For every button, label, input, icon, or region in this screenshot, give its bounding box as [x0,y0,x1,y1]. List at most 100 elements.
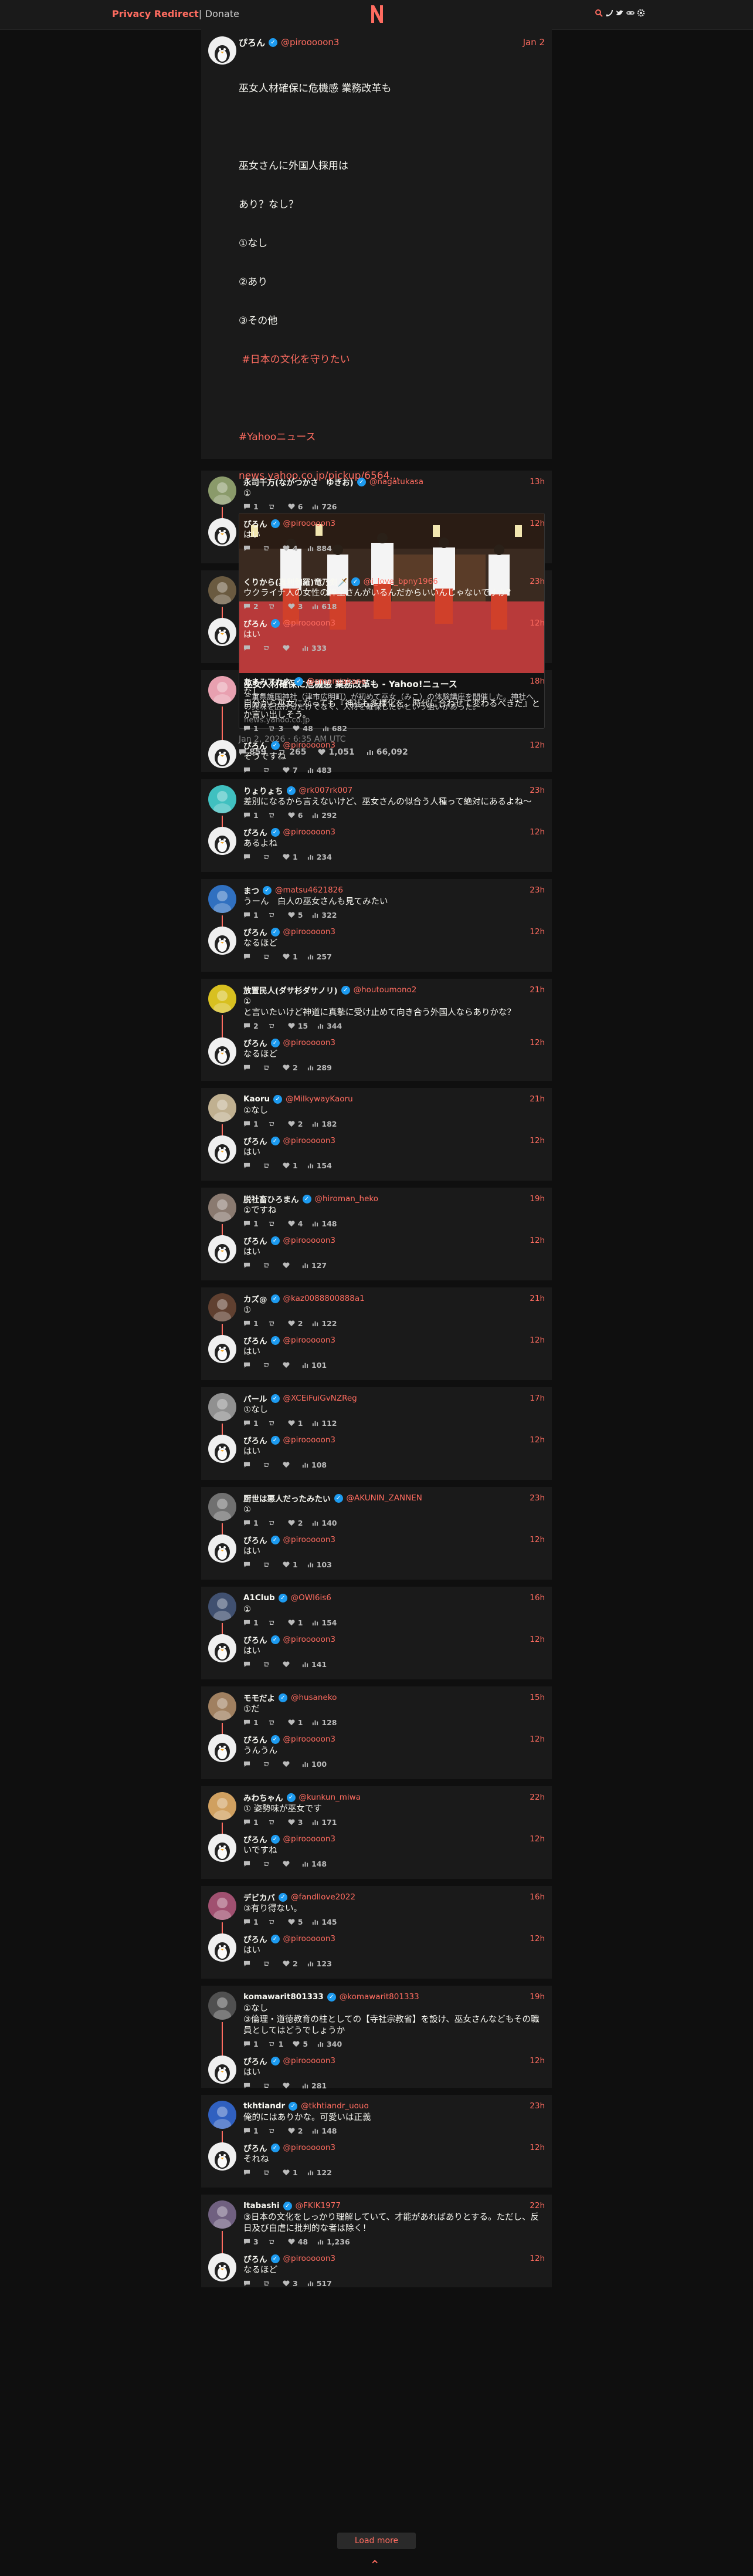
tweet-date[interactable]: 12h [530,519,545,528]
avatar[interactable] [208,1435,236,1463]
replies-stat[interactable] [243,1362,253,1368]
replies-stat[interactable] [243,645,253,651]
rss-icon[interactable] [605,9,613,17]
retweets-stat[interactable] [263,1162,273,1169]
retweets-stat[interactable] [268,1819,279,1825]
tweet-date[interactable]: Jan 2 [523,37,545,48]
replies-stat[interactable] [243,545,253,552]
fullname[interactable]: ぴろん [243,1833,267,1845]
replies-stat[interactable]: 2 [243,1022,259,1030]
retweets-stat[interactable] [268,1121,279,1127]
username[interactable]: @pirooooon3 [283,1435,336,1445]
avatar[interactable] [208,785,236,813]
privacy-redirect-link[interactable]: Privacy Redirect [112,8,199,19]
likes-stat[interactable] [283,1362,293,1368]
fullname[interactable]: ぴろん [243,1534,267,1546]
likes-stat[interactable]: 5 [293,2040,308,2048]
retweets-stat[interactable] [263,1262,273,1269]
tweet-date[interactable]: 23h [530,1493,545,1503]
fullname[interactable]: モモだよ [243,1692,275,1703]
author-reply-tweet[interactable]: ぴろん ✓ @pirooooon3 12h いですね 148 [208,1834,545,1868]
tweet-date[interactable]: 12h [530,1834,545,1844]
likes-stat[interactable]: 48 [288,2237,308,2246]
retweets-stat[interactable] [263,545,273,552]
likes-stat[interactable] [283,1462,293,1468]
username[interactable]: @pirooooon3 [283,1535,336,1544]
retweets-stat[interactable] [268,603,279,610]
fullname[interactable]: パール [243,1392,267,1404]
username[interactable]: @pirooooon3 [281,37,339,48]
replies-stat[interactable] [243,1162,253,1169]
avatar[interactable] [208,1235,236,1263]
replies-stat[interactable] [243,767,253,773]
username[interactable]: @husaneko [291,1693,337,1702]
avatar[interactable] [208,676,236,704]
tweet-date[interactable]: 21h [530,985,545,995]
author-reply-tweet[interactable]: ぴろん ✓ @pirooooon3 12h あるよね 1 234 [208,827,545,861]
retweets-stat[interactable] [263,645,273,651]
username[interactable]: @pirooooon3 [283,2143,336,2152]
likes-stat[interactable]: 5 [288,1918,303,1926]
nitter-logo-icon[interactable] [368,4,386,25]
fullname[interactable]: デビカバ [243,1891,275,1903]
fullname[interactable]: ぴろん [243,2055,267,2067]
replies-stat[interactable] [243,2169,253,2176]
likes-stat[interactable]: 4 [283,544,298,553]
tweet-date[interactable]: 12h [530,618,545,628]
fullname[interactable]: ぴろん [243,1434,267,1446]
author-reply-tweet[interactable]: ぴろん ✓ @pirooooon3 12h はい 2 123 [208,1933,545,1968]
tweet-date[interactable]: 12h [530,1735,545,1744]
retweets-stat[interactable] [263,1661,273,1668]
replies-stat[interactable]: 1 [243,1918,259,1926]
author-reply-tweet[interactable]: ぴろん ✓ @pirooooon3 12h はい 1 103 [208,1534,545,1569]
likes-stat[interactable]: 6 [288,811,303,820]
username[interactable]: @pirooooon3 [283,1236,336,1245]
retweets-stat[interactable] [268,2128,279,2134]
replies-stat[interactable]: 1 [243,2127,259,2135]
retweets-stat[interactable] [268,1620,279,1626]
avatar[interactable] [208,1293,236,1321]
avatar[interactable] [208,985,236,1013]
tweet-date[interactable]: 12h [530,1236,545,1245]
fullname[interactable]: ぴろん [243,617,267,629]
tweet-date[interactable]: 22h [530,1793,545,1802]
likes-stat[interactable] [283,645,293,651]
reply-tweet[interactable]: デビカバ ✓ @fandllove2022 16h ③有り得ない。 1 5 145 [208,1891,545,1939]
reply-tweet[interactable]: Itabashi ✓ @FKIK1977 22h ③日本の文化をしっかり理解していて、才… [208,2200,545,2259]
replies-stat[interactable]: 1 [243,811,259,820]
replies-stat[interactable] [243,1761,253,1767]
tweet-date[interactable]: 23h [530,885,545,895]
fullname[interactable]: 永司千万(ながつかさ ゆきお) [243,476,354,488]
username[interactable]: @kunkun_miwa [299,1793,361,1802]
likes-stat[interactable]: 15 [288,1022,308,1030]
avatar[interactable] [208,1335,236,1363]
tweet-date[interactable]: 22h [530,2201,545,2210]
fullname[interactable]: あまみアカネ [243,675,291,687]
likes-stat[interactable]: 2 [283,1959,298,1968]
tweet-date[interactable]: 12h [530,2254,545,2263]
fullname[interactable]: ぴろん [243,1733,267,1745]
avatar[interactable] [208,476,236,505]
fullname[interactable]: 脱社畜ひろまん [243,1193,299,1205]
username[interactable]: @FKIK1977 [296,2201,341,2210]
fullname[interactable]: Itabashi [243,2201,280,2210]
reply-tweet[interactable]: くりから(真利伽羅)竜乃剣🗡️ ✓ @i_love_bpny1966 23h ウクライナ… [208,576,545,624]
likes-stat[interactable]: 1 [288,1419,303,1428]
retweets-stat[interactable] [268,2239,279,2245]
username[interactable]: @pirooooon3 [283,827,336,837]
avatar[interactable] [208,1593,236,1621]
replies-stat[interactable] [243,1561,253,1568]
fullname[interactable]: ぴろん [243,2142,267,2154]
username[interactable]: @pirooooon3 [283,1934,336,1943]
avatar[interactable] [208,1892,236,1920]
username[interactable]: @pirooooon3 [283,927,336,937]
tweet-date[interactable]: 12h [530,1038,545,1047]
username[interactable]: @nagatukasa [369,477,423,486]
retweets-stat[interactable] [268,1420,279,1426]
reply-tweet[interactable]: 永司千万(ながつかさ ゆきお) ✓ @nagatukasa 13h ① 1 6 726 [208,476,545,524]
username[interactable]: @matsu4621826 [275,885,343,895]
retweets-stat[interactable] [268,912,279,918]
likes-stat[interactable]: 2 [288,2127,303,2135]
fullname[interactable]: ぴろん [243,1037,267,1049]
tweet-date[interactable]: 12h [530,1336,545,1345]
